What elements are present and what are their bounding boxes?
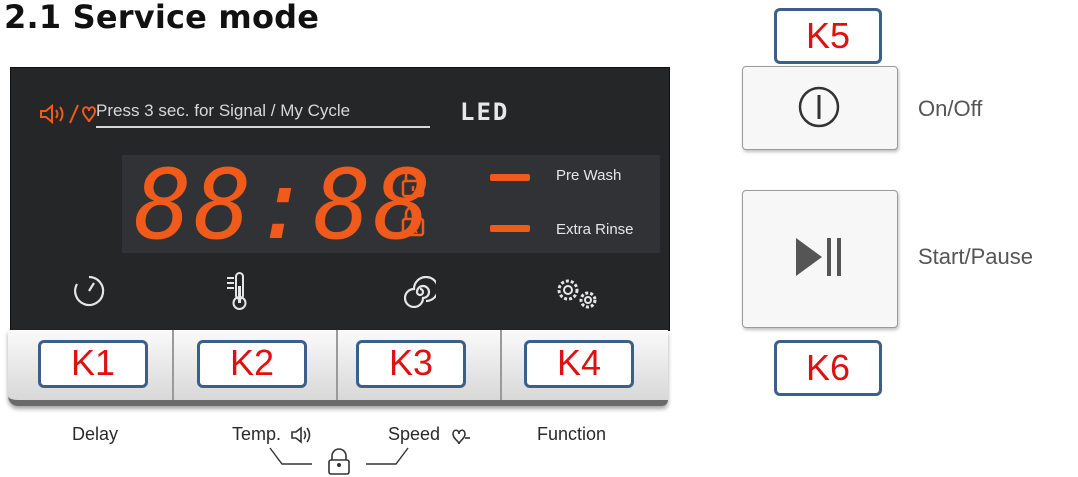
- time-digits: 88:88: [134, 149, 433, 261]
- k4-button[interactable]: K4: [524, 340, 634, 388]
- lock-open-icon: [401, 168, 425, 198]
- k3-button[interactable]: K3: [356, 340, 466, 388]
- play-pause-icon: [796, 238, 841, 276]
- page-title: 2.1 Service mode: [4, 0, 320, 36]
- child-lock-icon: [401, 206, 425, 237]
- led-label: LED: [460, 98, 510, 126]
- power-icon: [798, 86, 840, 128]
- k1-button[interactable]: K1: [38, 340, 148, 388]
- extra-rinse-indicator: [490, 225, 530, 232]
- spin-speed-icon: [404, 276, 436, 308]
- k5-button[interactable]: K5: [774, 8, 882, 64]
- speed-label: Speed: [388, 424, 441, 444]
- thermometer-icon: [227, 272, 247, 310]
- button-divider: [500, 330, 502, 400]
- button-divider: [336, 330, 338, 400]
- my-cycle-icon: [452, 429, 470, 445]
- extra-rinse-label: Extra Rinse: [556, 221, 634, 238]
- signal-icon: [291, 426, 311, 444]
- delay-label: Delay: [72, 424, 119, 444]
- function-label: Function: [537, 424, 607, 444]
- on-off-label: On/Off: [918, 96, 983, 121]
- prewash-label: Pre Wash: [556, 167, 622, 184]
- button-divider: [172, 330, 174, 400]
- hint-text: Press 3 sec. for Signal / My Cycle: [96, 101, 351, 120]
- signal-mycycle-icon: [40, 103, 96, 125]
- temp-label: Temp.: [232, 424, 282, 444]
- child-lock-combo-icon: [269, 447, 409, 475]
- prewash-indicator: [490, 174, 530, 181]
- hint-underline: [96, 126, 430, 128]
- function-gears-icon: [557, 279, 597, 309]
- delay-clock-icon: [74, 275, 105, 307]
- start-pause-label: Start/Pause: [918, 244, 1033, 269]
- k2-button[interactable]: K2: [197, 340, 307, 388]
- k6-button[interactable]: K6: [774, 340, 882, 396]
